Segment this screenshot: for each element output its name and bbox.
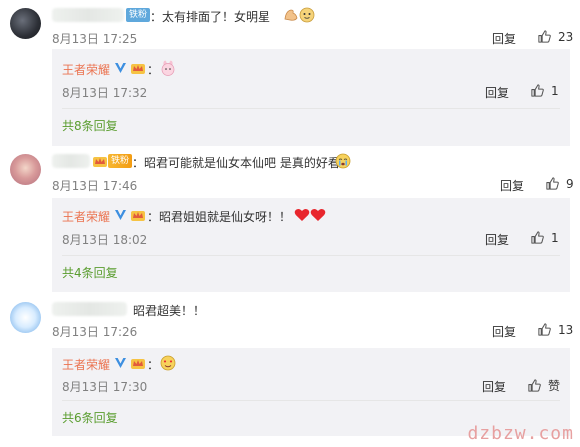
reply-button[interactable]: 回复 — [492, 323, 516, 340]
comment-text: ：太有排面了！女明星 — [150, 10, 271, 24]
more-replies-link[interactable]: 共4条回复 — [62, 264, 118, 281]
muscle-emoji-icon — [284, 9, 298, 21]
username-blurred[interactable] — [52, 154, 90, 168]
verified-v-icon — [115, 358, 126, 368]
divider — [62, 400, 560, 401]
reply-thread: 王者荣耀 ：昭君姐姐就是仙女呀！！ 8月13日 18:02 回复 1 共4条回复 — [52, 198, 570, 292]
crying-emoji-icon — [335, 153, 351, 169]
reply-thread: 王者荣耀 ： 8月13日 17:32 回复 1 共8条回复 — [52, 49, 570, 146]
comment-time: 8月13日 17:26 — [52, 325, 138, 339]
crown-badge-icon — [93, 157, 107, 167]
comment-item: 铁粉 ：昭君可能就是仙女本仙吧 是真的好看 8月13日 17:46 回复 9 王… — [0, 146, 580, 292]
crown-badge-icon — [131, 211, 145, 221]
reply-author[interactable]: 王者荣耀 — [62, 61, 110, 78]
red-heart-icon — [294, 209, 310, 221]
like-count: 赞 — [548, 379, 561, 393]
more-replies-link[interactable]: 共8条回复 — [62, 117, 118, 134]
crown-badge-icon — [131, 64, 145, 74]
reply-button[interactable]: 回复 — [482, 378, 506, 395]
reply-button[interactable]: 回复 — [485, 84, 509, 101]
crown-badge-icon — [131, 359, 145, 369]
username-blurred[interactable] — [52, 8, 124, 22]
comment-text: 昭君超美！！ — [133, 304, 206, 318]
thumbs-up-icon — [538, 323, 551, 336]
reply-time: 8月13日 17:32 — [62, 86, 148, 100]
like-count: 1 — [551, 230, 559, 245]
thumbs-up-icon — [531, 84, 544, 97]
comment-item: 铁粉 ：太有排面了！女明星 8月13日 17:25 回复 23 王者荣耀 ： 8… — [0, 0, 580, 146]
reply-text: ：昭君姐姐就是仙女呀！！ — [147, 210, 292, 224]
thumbs-up-icon — [531, 231, 544, 244]
reply-button[interactable]: 回复 — [485, 231, 509, 248]
reply-author[interactable]: 王者荣耀 — [62, 356, 110, 373]
user-avatar[interactable] — [10, 302, 41, 333]
user-avatar[interactable] — [10, 154, 41, 185]
pink-bunny-emoji-icon — [161, 60, 175, 76]
heart-eyes-emoji-icon — [160, 355, 176, 371]
like-button[interactable]: 赞 — [527, 377, 560, 394]
reply-button[interactable]: 回复 — [492, 30, 516, 47]
comment-time: 8月13日 17:25 — [52, 32, 138, 46]
reply-time: 8月13日 17:30 — [62, 380, 148, 394]
reply-text: ： — [147, 63, 160, 77]
reply-button[interactable]: 回复 — [500, 177, 524, 194]
verified-v-icon — [115, 63, 126, 73]
reply-time: 8月13日 18:02 — [62, 233, 148, 247]
red-heart-icon — [310, 209, 326, 221]
like-count: 9 — [566, 176, 574, 191]
like-button[interactable]: 9 — [545, 176, 574, 191]
reply-author[interactable]: 王者荣耀 — [62, 208, 110, 225]
like-count: 1 — [551, 83, 559, 98]
like-button[interactable]: 13 — [537, 322, 573, 337]
divider — [62, 255, 560, 256]
fan-badge: 铁粉 — [126, 8, 151, 22]
thumbs-up-icon — [546, 177, 559, 190]
username-blurred[interactable] — [52, 302, 127, 316]
fan-badge: 铁粉 — [108, 154, 133, 168]
site-watermark: dzbzw.com — [467, 423, 574, 444]
more-replies-link[interactable]: 共6条回复 — [62, 409, 118, 426]
user-avatar[interactable] — [10, 8, 41, 39]
like-button[interactable]: 1 — [530, 83, 559, 98]
like-button[interactable]: 1 — [530, 230, 559, 245]
like-count: 23 — [558, 29, 574, 44]
like-count: 13 — [558, 322, 574, 337]
like-button[interactable]: 23 — [537, 29, 573, 44]
divider — [62, 108, 560, 109]
comment-time: 8月13日 17:46 — [52, 179, 138, 193]
comment-text: ：昭君可能就是仙女本仙吧 是真的好看 — [132, 156, 340, 170]
verified-v-icon — [115, 210, 126, 220]
reply-text: ： — [147, 358, 160, 372]
thumbs-up-icon — [528, 379, 541, 392]
doge-emoji-icon — [299, 7, 315, 23]
thumbs-up-icon — [538, 30, 551, 43]
